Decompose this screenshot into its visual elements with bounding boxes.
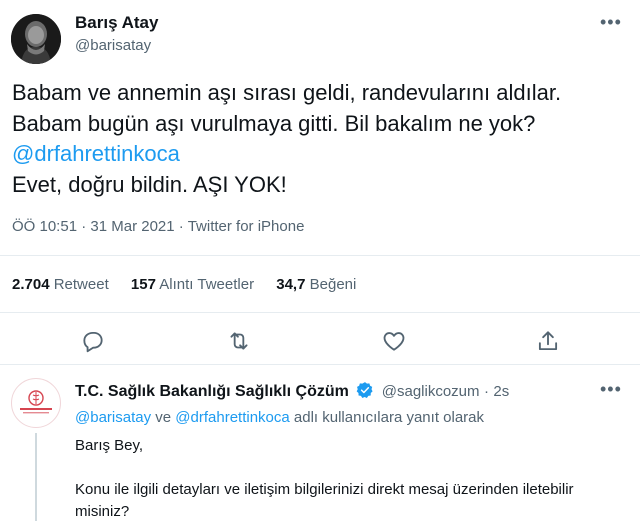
like-icon[interactable]: [381, 328, 407, 354]
reply-text: Barış Bey, Konu ile ilgili detayları ve …: [75, 435, 635, 523]
tweet-timestamp[interactable]: ÖÖ 10:51 · 31 Mar 2021: [12, 218, 175, 235]
more-options-icon[interactable]: •••: [600, 12, 622, 33]
ministry-logo-icon: [20, 390, 52, 414]
verified-badge-icon: [356, 381, 374, 399]
reply-body-line: Konu ile ilgili detayları ve iletişim bi…: [75, 481, 574, 498]
retweet-icon[interactable]: [226, 328, 252, 354]
tweet-text-line: Evet, doğru bildin. AŞI YOK!: [12, 171, 287, 197]
retweets-stat[interactable]: 2.704 Retweet: [12, 276, 109, 293]
divider: [0, 312, 640, 313]
reply-header: T.C. Sağlık Bakanlığı Sağlıklı Çözüm @sa…: [75, 381, 509, 401]
divider: [0, 364, 640, 365]
reply-icon[interactable]: [80, 328, 106, 354]
author-avatar[interactable]: [11, 14, 61, 64]
replying-to: @barisatay ve @drfahrettinkoca adlı kull…: [75, 409, 484, 426]
reply-to-suffix: adlı kullanıcılara yanıt olarak: [293, 409, 485, 426]
author-handle[interactable]: @barisatay: [75, 37, 151, 54]
quotes-stat[interactable]: 157 Alıntı Tweetler: [131, 276, 254, 293]
meta-separator: ·: [178, 218, 184, 235]
action-bar: [0, 322, 640, 362]
tweet-text: Babam ve annemin aşı sırası geldi, rande…: [12, 78, 632, 200]
reply-greeting: Barış Bey,: [75, 437, 144, 454]
reply-author-avatar[interactable]: [11, 378, 61, 428]
reply-author-name[interactable]: T.C. Sağlık Bakanlığı Sağlıklı Çözüm: [75, 383, 349, 400]
tweet-source-link[interactable]: Twitter for iPhone: [188, 218, 305, 235]
share-icon[interactable]: [535, 328, 561, 354]
reply-more-options-icon[interactable]: •••: [600, 379, 622, 400]
tweet-text-line: Babam ve annemin aşı sırası geldi, rande…: [12, 80, 562, 105]
mention-link[interactable]: @drfahrettinkoca: [175, 409, 289, 426]
tweet-stats: 2.704 Retweet 157 Alıntı Tweetler 34,7 B…: [12, 276, 374, 293]
reply-time-separator: ·: [483, 383, 489, 400]
likes-stat[interactable]: 34,7 Beğeni: [276, 276, 356, 293]
mention-link[interactable]: @barisatay: [75, 409, 151, 426]
thread-line: [35, 433, 37, 521]
tweet-mention-link[interactable]: @drfahrettinkoca: [12, 139, 632, 170]
reply-author-handle[interactable]: @saglikcozum: [382, 383, 480, 400]
reply-body-line: misiniz?: [75, 503, 130, 520]
author-name[interactable]: Barış Atay: [75, 13, 158, 33]
divider: [0, 255, 640, 256]
avatar-photo: [11, 14, 61, 64]
reply-timestamp[interactable]: 2s: [493, 383, 509, 400]
tweet-text-line: Babam bugün aşı vurulmaya gitti. Bil bak…: [12, 110, 536, 136]
reply-to-connector: ve: [155, 409, 172, 426]
tweet-meta: ÖÖ 10:51 · 31 Mar 2021 · Twitter for iPh…: [12, 218, 304, 235]
